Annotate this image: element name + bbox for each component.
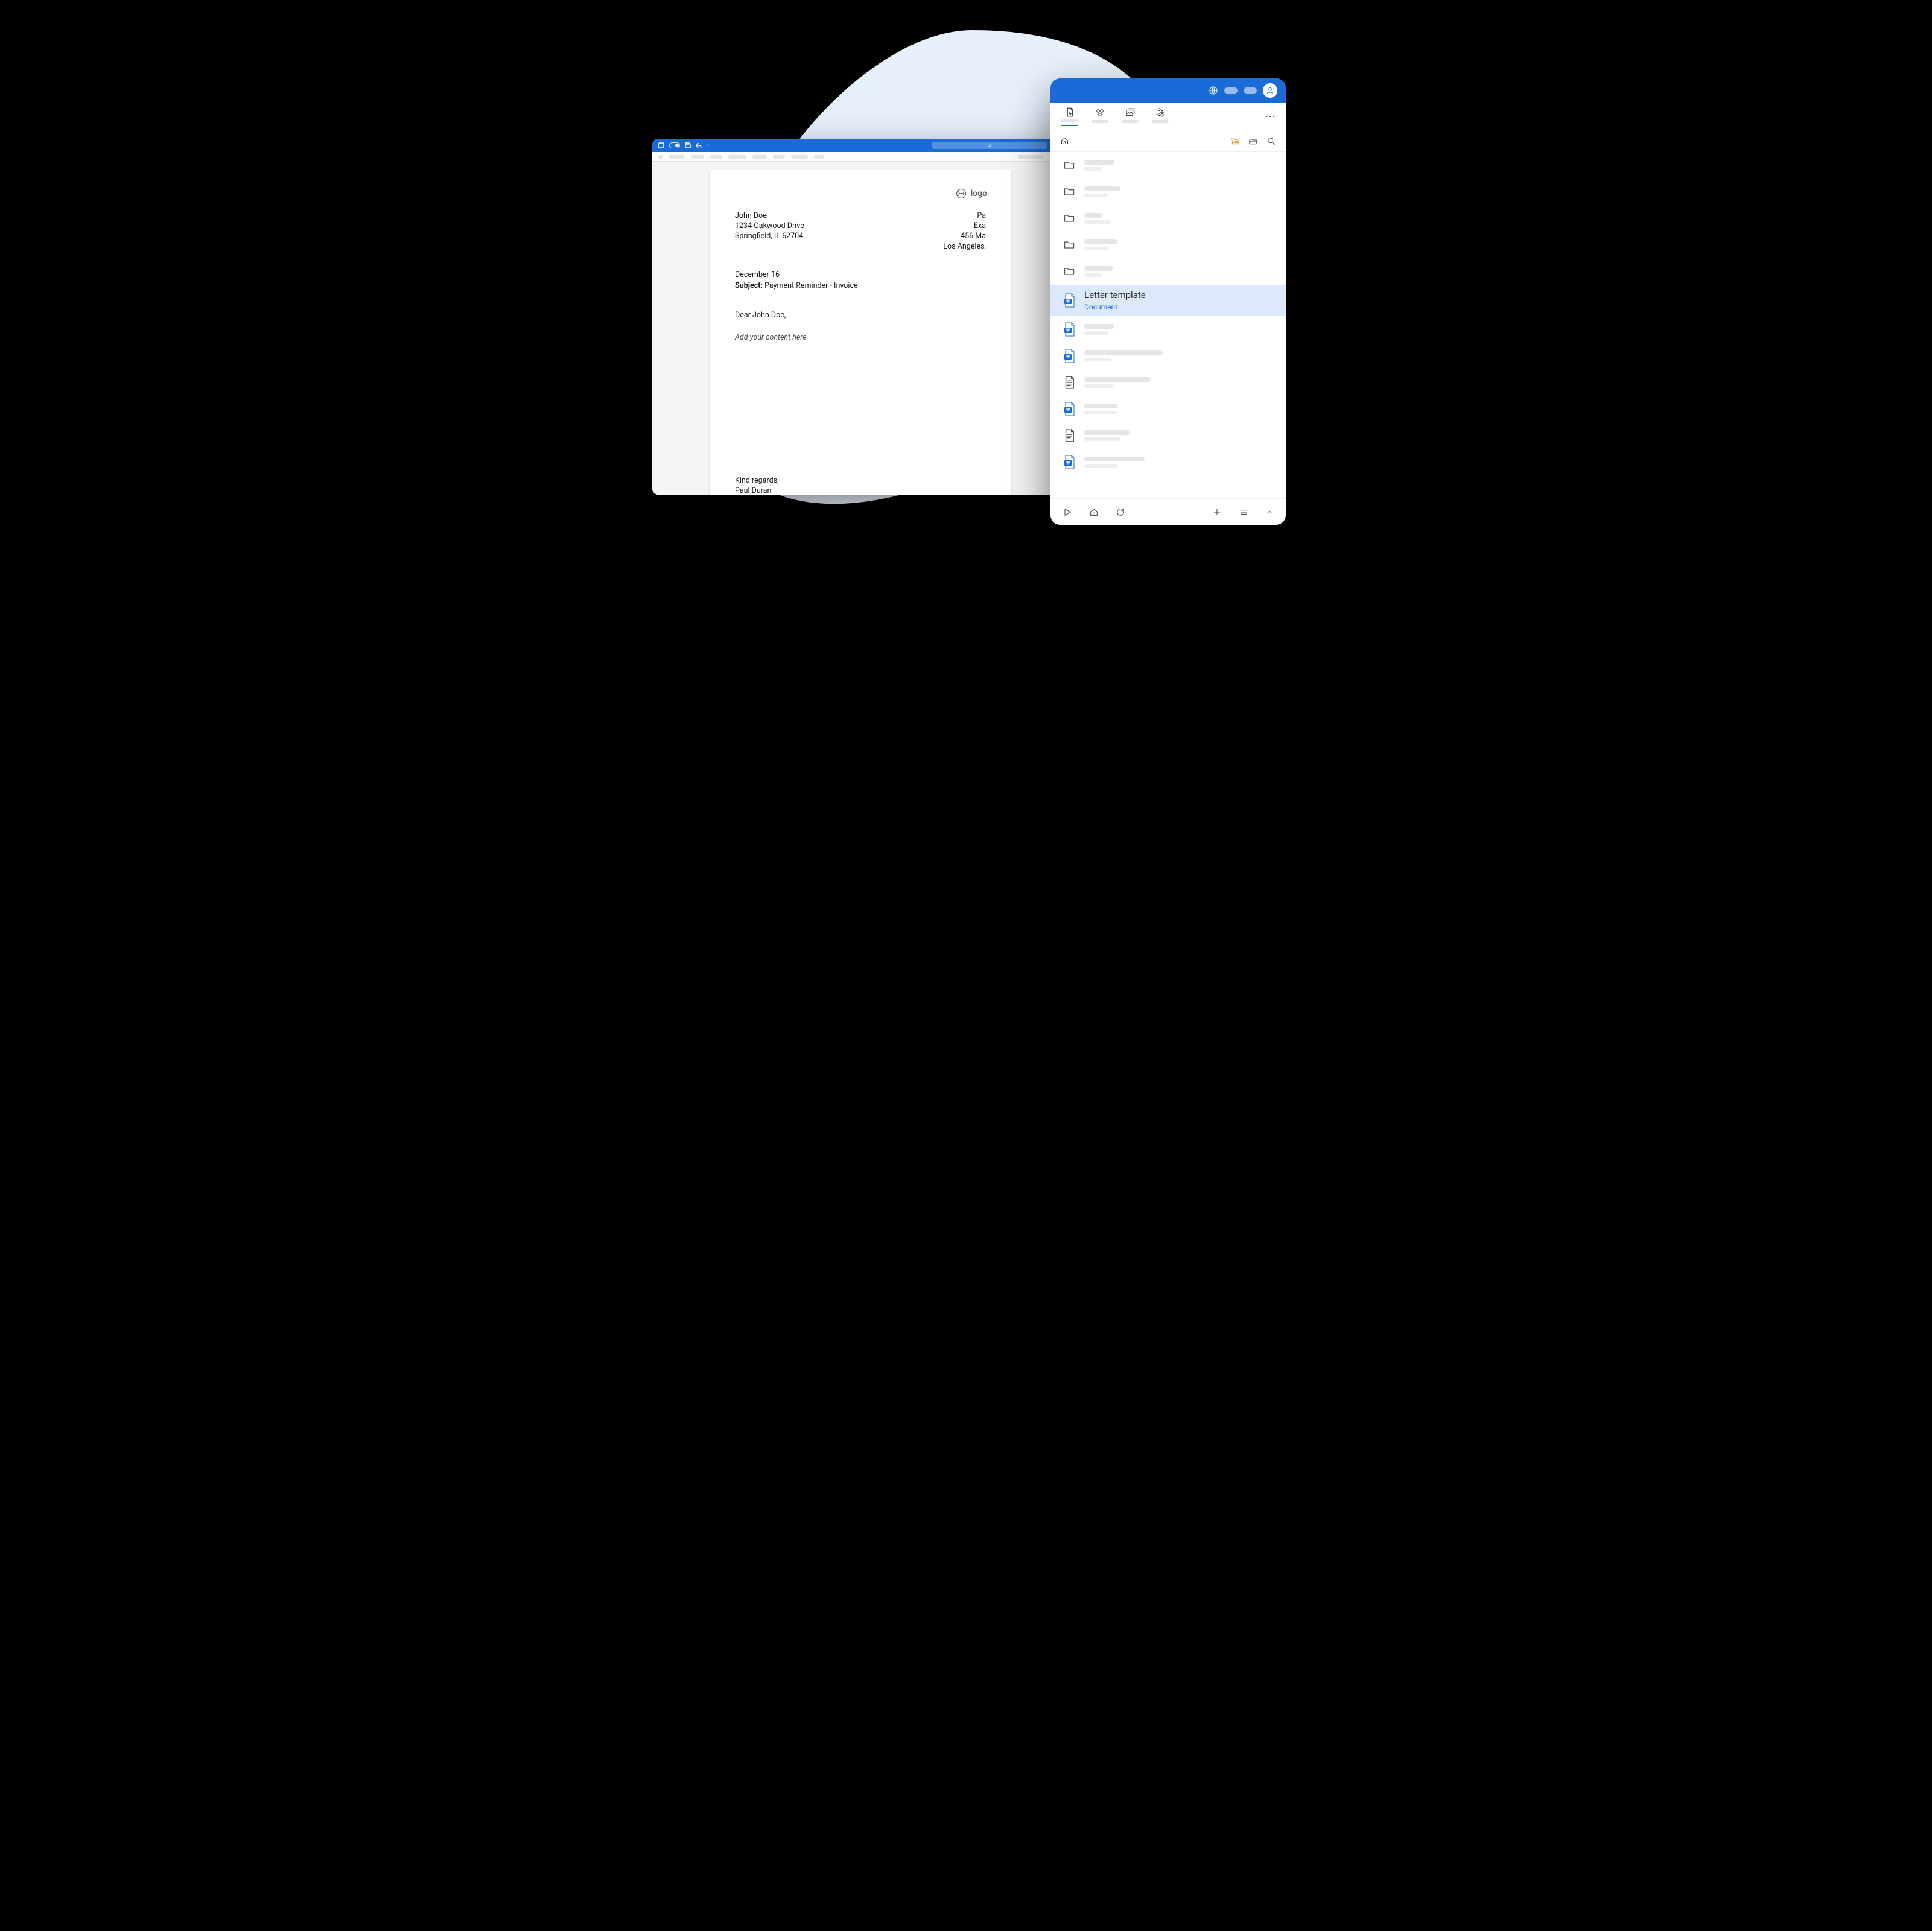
word-file-icon: W [1063,402,1075,416]
avatar[interactable] [1263,83,1277,98]
selected-title: Letter template [1084,290,1146,300]
list-item-folder[interactable] [1050,205,1286,232]
save-icon[interactable] [685,142,691,148]
text-file-icon [1064,376,1075,389]
selected-subtitle: Document [1084,303,1146,311]
list-item-textfile[interactable] [1050,422,1286,449]
svg-text:W: W [1066,355,1070,360]
word-file-icon: W [1063,455,1075,469]
svg-text:W: W [1066,461,1070,466]
folder-icon [1063,159,1075,171]
folder-icon [1063,265,1075,277]
document-page[interactable]: logo John Doe 1234 Oakwood Drive Springf… [710,170,1011,495]
panel-tabs: ⋮ [1050,103,1286,130]
svg-text:W: W [1066,328,1070,333]
document-logo: logo [956,188,987,200]
text-file-icon [1064,429,1075,442]
refresh-icon[interactable] [1116,507,1125,517]
document-tab-icon [1064,107,1075,118]
user-icon [1266,86,1274,95]
app-menu-icon[interactable] [658,142,664,148]
file-list[interactable]: W Letter template Document W W [1050,152,1286,498]
header-placeholder [1244,87,1257,94]
tabs-more-icon[interactable]: ⋮ [1265,112,1275,121]
modules-tab-icon [1095,107,1105,118]
stacked-folders-icon[interactable] [1230,136,1240,146]
media-tab-icon [1155,107,1166,118]
logo-swirl-icon [956,188,967,199]
document-greeting: Dear John Doe, [735,311,986,321]
sender-address: John Doe 1234 Oakwood Drive Springfield,… [735,211,804,252]
path-bar [1050,130,1286,152]
editor-canvas[interactable]: logo John Doe 1234 Oakwood Drive Springf… [652,162,1069,495]
folder-icon [1063,212,1075,224]
titlebar-search[interactable] [932,142,1047,149]
list-item-doc[interactable]: W [1050,449,1286,475]
globe-icon[interactable] [1209,86,1218,95]
equals-icon: = [707,142,710,148]
editor-titlebar: = [652,139,1069,152]
word-file-icon: W [1063,293,1075,308]
list-item-doc[interactable]: W [1050,396,1286,422]
open-folder-icon[interactable] [1248,136,1258,146]
folder-icon [1063,186,1075,198]
file-browser-panel: ⋮ [1050,78,1286,525]
list-item-folder[interactable] [1050,258,1286,285]
panel-header [1050,78,1286,103]
tab-images[interactable] [1122,107,1139,125]
home-icon[interactable] [1089,507,1099,517]
plus-icon[interactable] [1212,507,1222,517]
word-file-icon: W [1063,322,1075,337]
play-icon[interactable] [1063,507,1072,517]
body-placeholder[interactable]: Add your content here [735,333,986,343]
menu-list-icon[interactable] [1239,507,1248,517]
document-editor-window: = [652,139,1069,495]
tab-documents[interactable] [1061,107,1078,126]
list-item-selected[interactable]: W Letter template Document [1050,285,1286,316]
panel-footer [1050,498,1286,525]
list-item-folder[interactable] [1050,152,1286,179]
undo-icon[interactable] [696,142,702,148]
editor-ribbon [652,152,1069,162]
document-signoff: Kind regards, Paul Duran [735,476,986,495]
tab-media[interactable] [1152,107,1169,125]
recipient-address: Pa Exa 456 Ma Los Angeles, [943,211,986,252]
images-tab-icon [1125,107,1136,118]
document-date: December 16 [735,270,986,281]
chevron-up-icon[interactable] [1265,508,1274,516]
logo-text: logo [970,188,987,200]
word-file-icon: W [1063,349,1075,363]
tab-modules[interactable] [1092,107,1108,125]
home-icon[interactable] [1060,136,1069,145]
list-item-doc[interactable]: W [1050,343,1286,369]
svg-text:W: W [1066,408,1070,413]
toggle-icon[interactable] [669,142,680,148]
header-placeholder [1224,87,1238,94]
list-item-doc[interactable]: W [1050,316,1286,343]
svg-text:W: W [1066,299,1070,304]
document-subject: Subject: Payment Reminder - Invoice [735,281,986,291]
folder-icon [1063,239,1075,251]
list-item-textfile[interactable] [1050,369,1286,396]
list-item-folder[interactable] [1050,179,1286,205]
list-item-folder[interactable] [1050,232,1286,258]
search-icon[interactable] [1266,136,1276,146]
